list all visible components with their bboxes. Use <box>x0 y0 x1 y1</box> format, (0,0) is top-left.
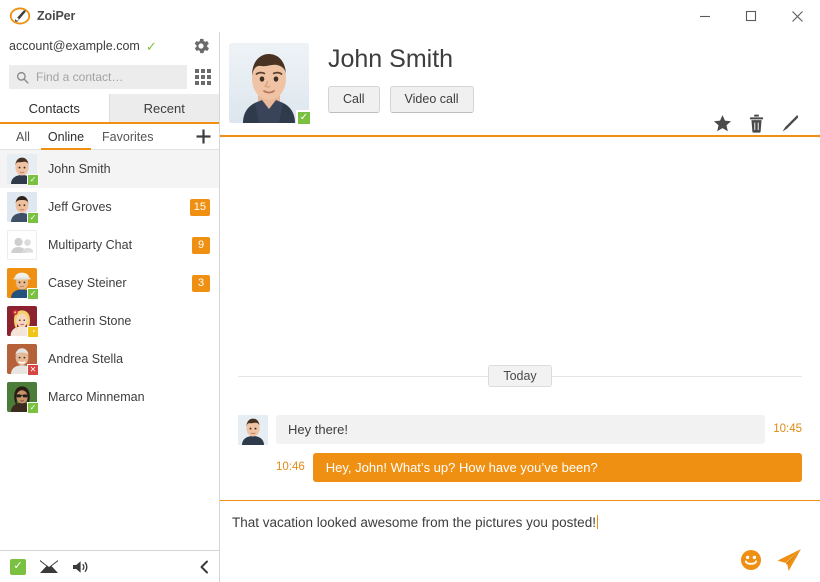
contact-avatar: ✓ <box>7 192 39 224</box>
available-check-icon[interactable]: ✓ <box>10 558 26 575</box>
account-registered-check-icon: ✓ <box>145 38 157 54</box>
contact-avatar <box>7 230 37 260</box>
zoiper-window: ZoiPer account@example.com ✓ Find a cont… <box>0 0 820 582</box>
contact-row[interactable]: ◔ Catherin Stone <box>0 302 219 340</box>
contact-name: Multiparty Chat <box>48 238 133 252</box>
contact-avatar: ✕ <box>7 344 39 376</box>
title-bar: ZoiPer <box>0 0 820 32</box>
contact-name: Casey Steiner <box>48 276 127 290</box>
paper-plane-send-icon[interactable] <box>776 548 802 572</box>
status-badge-online: ✓ <box>27 174 39 186</box>
message-row: 10:46 Hey, John! What’s up? How have you’… <box>276 453 802 482</box>
contact-row[interactable]: ✓ Casey Steiner 3 <box>0 264 219 302</box>
contact-name: John Smith <box>48 162 111 176</box>
day-chip-label: Today <box>488 365 552 387</box>
avatar-image <box>7 230 37 260</box>
unread-count-badge: 3 <box>192 274 210 292</box>
contact-name: Marco Minneman <box>48 390 145 404</box>
phone-handset-logo-icon <box>9 6 31 26</box>
messages-container: Hey there! 10:45 10:46 Hey, John! What’s up… <box>238 415 802 490</box>
contact-row[interactable]: Multiparty Chat 9 <box>0 226 219 264</box>
message-composer[interactable]: That vacation looked awesome from the pi… <box>220 500 820 582</box>
composer-tools <box>740 548 802 572</box>
main-split: account@example.com ✓ Find a contact… Co… <box>0 32 820 582</box>
subtab-favorites[interactable]: Favorites <box>93 124 162 150</box>
page-title: John Smith <box>328 45 454 73</box>
chat-header-tools <box>713 114 800 133</box>
message-avatar <box>238 415 268 445</box>
day-divider: Today <box>238 365 802 387</box>
sidebar-tabs: Contacts Recent <box>0 94 219 124</box>
star-icon[interactable] <box>713 114 732 133</box>
gear-icon[interactable] <box>191 36 211 56</box>
window-controls <box>682 0 820 32</box>
app-name: ZoiPer <box>37 9 76 23</box>
smiley-icon[interactable] <box>740 549 762 571</box>
chat-contact-avatar: ✓ <box>229 43 312 126</box>
dialpad-grid-icon[interactable] <box>195 69 211 85</box>
message-timestamp: 10:46 <box>276 461 305 473</box>
message-list: Today Hey there! 10:45 10:46 Hey, John! Wha… <box>220 137 820 500</box>
video-call-button[interactable]: Video call <box>389 85 474 113</box>
contact-avatar: ✓ <box>7 154 39 186</box>
call-actions: Call Video call <box>328 85 474 113</box>
search-icon <box>16 71 29 84</box>
search-box[interactable] <box>9 65 187 89</box>
add-contact-button[interactable] <box>193 127 213 147</box>
envelope-icon[interactable] <box>40 560 58 573</box>
speaker-icon[interactable] <box>72 560 91 574</box>
tab-recent[interactable]: Recent <box>109 94 219 122</box>
status-badge-online: ✓ <box>27 212 39 224</box>
contact-row[interactable]: ✓ Jeff Groves 15 <box>0 188 219 226</box>
sidebar-subtabs: All Online Favorites <box>0 124 219 150</box>
composer-input[interactable]: That vacation looked awesome from the pi… <box>232 515 802 530</box>
sidebar: account@example.com ✓ Find a contact… Co… <box>0 32 220 582</box>
pencil-icon[interactable] <box>781 114 800 133</box>
composer-value: That vacation looked awesome from the pi… <box>232 515 596 530</box>
status-badge-online: ✓ <box>296 110 312 126</box>
text-caret <box>596 515 598 529</box>
contact-list: ✓ John Smith ✓ Jeff Groves 15 Multiparty Ch… <box>0 150 219 550</box>
trash-icon[interactable] <box>749 114 764 133</box>
sidebar-footer: ✓ <box>0 550 219 582</box>
status-badge-online: ✓ <box>27 288 39 300</box>
account-row[interactable]: account@example.com ✓ <box>0 32 219 60</box>
tab-contacts[interactable]: Contacts <box>0 94 110 122</box>
message-timestamp: 10:45 <box>773 423 802 435</box>
status-badge-offline: ✕ <box>27 364 39 376</box>
message-row: Hey there! 10:45 <box>238 415 802 445</box>
chat-panel: ✓ John Smith Call Video call Today Hey t… <box>220 32 820 582</box>
contact-row[interactable]: ✕ Andrea Stella <box>0 340 219 378</box>
contact-row[interactable]: ✓ John Smith <box>0 150 219 188</box>
subtab-online[interactable]: Online <box>39 124 93 150</box>
status-badge-away: ◔ <box>27 326 39 338</box>
contact-avatar: ✓ <box>7 382 39 414</box>
chat-header: ✓ John Smith Call Video call <box>220 32 820 137</box>
message-bubble-incoming: Hey there! <box>276 415 766 444</box>
contact-avatar: ◔ <box>7 306 39 338</box>
contact-name: Catherin Stone <box>48 314 132 328</box>
contact-row[interactable]: ✓ Marco Minneman <box>0 378 219 416</box>
search-row <box>0 60 219 94</box>
search-input[interactable] <box>36 70 180 84</box>
app-brand: ZoiPer <box>0 6 75 26</box>
unread-count-badge: 15 <box>189 198 210 216</box>
subtab-all[interactable]: All <box>7 124 39 150</box>
contact-name: Jeff Groves <box>48 200 112 214</box>
maximize-button[interactable] <box>728 0 774 32</box>
status-badge-online: ✓ <box>27 402 39 414</box>
contact-name: Andrea Stella <box>48 352 124 366</box>
message-bubble-outgoing: Hey, John! What’s up? How have you’ve be… <box>312 453 802 482</box>
unread-count-badge: 9 <box>192 236 210 254</box>
contact-avatar: ✓ <box>7 268 39 300</box>
chevron-left-icon[interactable] <box>199 560 210 574</box>
call-button[interactable]: Call <box>328 85 380 113</box>
minimize-button[interactable] <box>682 0 728 32</box>
chat-contact-info: John Smith Call Video call <box>309 43 474 113</box>
account-email: account@example.com <box>9 39 140 53</box>
close-button[interactable] <box>774 0 820 32</box>
